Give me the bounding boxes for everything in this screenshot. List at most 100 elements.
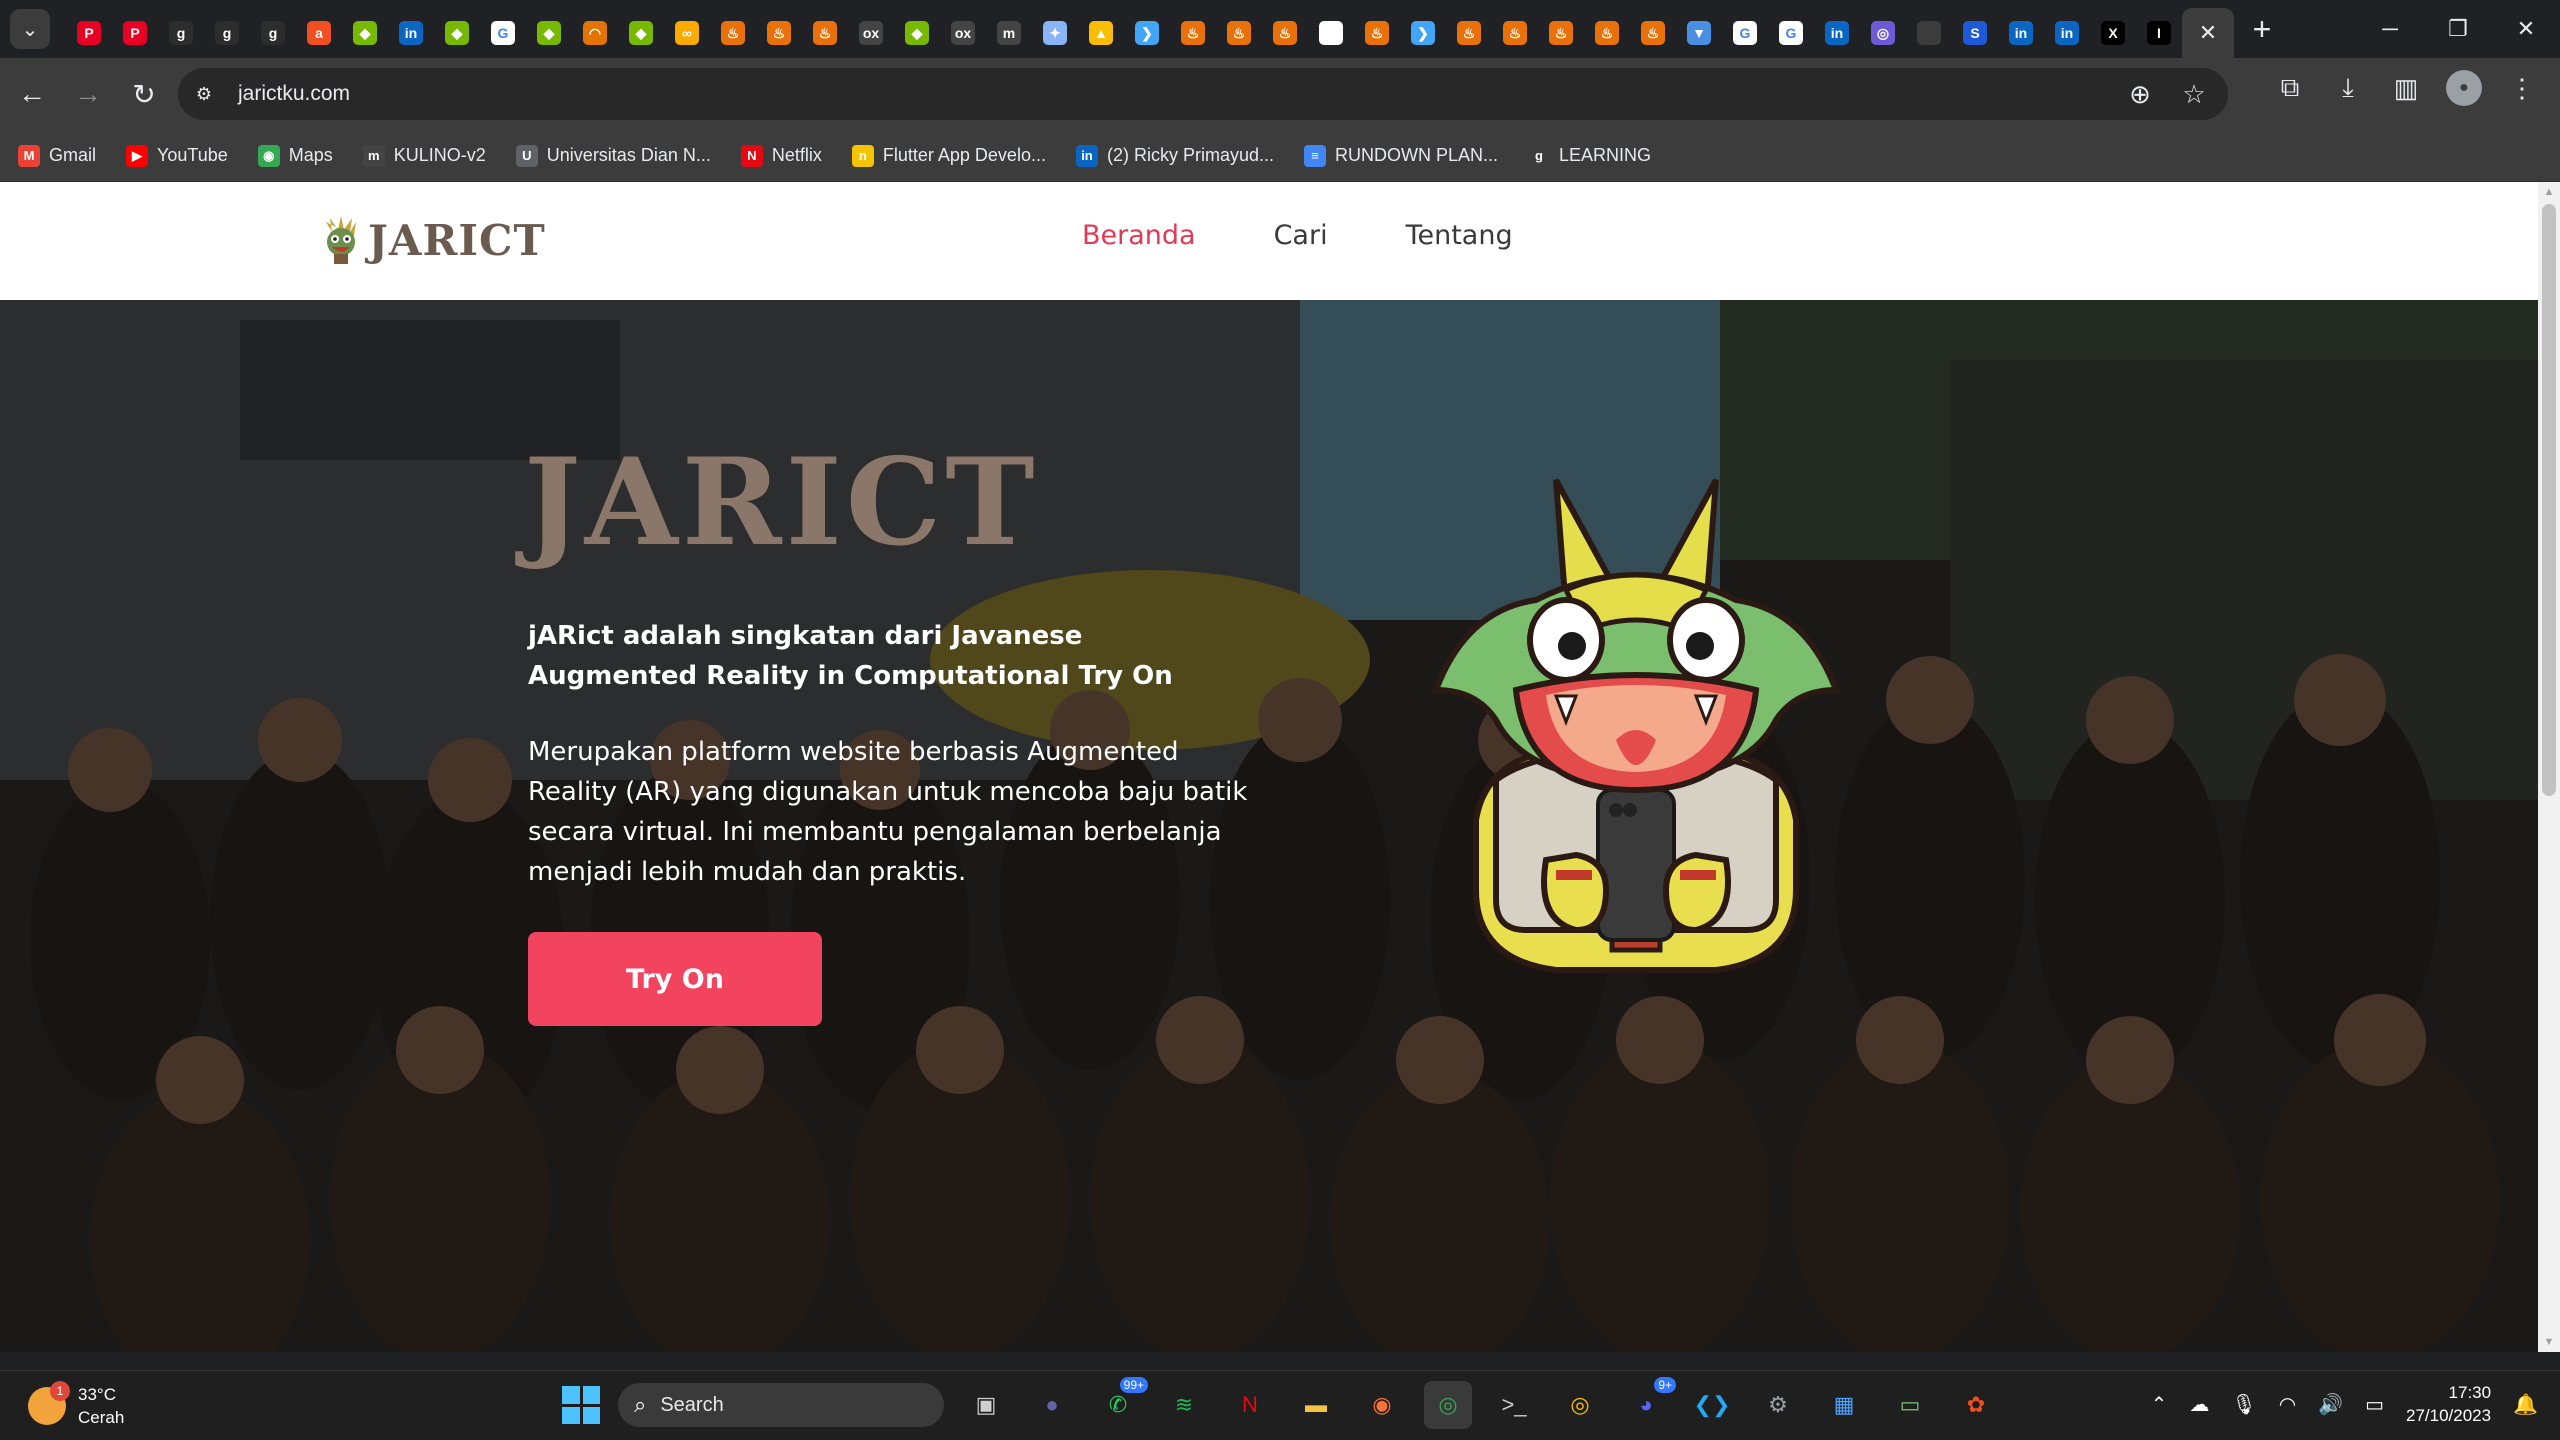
browser-tab[interactable]: ◆ [434, 11, 480, 55]
browser-tab[interactable]: ▼ [1676, 11, 1722, 55]
browser-tab[interactable]: ◆ [618, 11, 664, 55]
browser-tab[interactable]: g [250, 11, 296, 55]
browser-tab[interactable]: S [1952, 11, 1998, 55]
side-panel-icon[interactable]: ▥ [2388, 73, 2424, 104]
show-hidden-icons-chevron-icon[interactable]: ⌃ [2151, 1392, 2168, 1417]
browser-tab[interactable]: ∞ [664, 11, 710, 55]
profile-avatar[interactable]: ● [2446, 70, 2482, 106]
chrome-dev-icon[interactable]: ◎ [1556, 1381, 1604, 1429]
browser-tab[interactable]: ♨ [1584, 11, 1630, 55]
site-info-icon[interactable]: ⚙ [184, 74, 224, 114]
browser-tab[interactable]: in [2044, 11, 2090, 55]
start-button[interactable] [562, 1386, 600, 1424]
extensions-icon[interactable]: ⧉ [2272, 72, 2308, 104]
game-icon[interactable]: ▭ [1886, 1381, 1934, 1429]
browser-tab[interactable]: ✦ [1032, 11, 1078, 55]
bookmark-item[interactable]: N Netflix [740, 144, 822, 167]
battery-icon[interactable]: ▭ [2365, 1392, 2384, 1417]
reload-button[interactable]: ↻ [120, 70, 168, 118]
volume-icon[interactable]: 🔊 [2318, 1392, 2343, 1417]
url-text[interactable]: jarictku.com [238, 82, 350, 106]
browser-tab[interactable]: ◎ [1860, 11, 1906, 55]
browser-tab[interactable]: ♨ [1170, 11, 1216, 55]
vscode-icon[interactable]: ❮❯ [1688, 1381, 1736, 1429]
bookmark-item[interactable]: g LEARNING [1528, 144, 1651, 167]
bookmark-item[interactable]: m KULINO-v2 [362, 144, 486, 167]
taskbar-search[interactable]: ⌕ Search [618, 1383, 944, 1427]
try-on-button[interactable]: Try On [528, 932, 822, 1026]
forward-button[interactable]: → [64, 70, 112, 118]
browser-tab[interactable]: ❯ [1400, 11, 1446, 55]
new-tab-button[interactable]: + [2240, 7, 2284, 51]
active-browser-tab[interactable]: ✕ [2182, 8, 2234, 58]
browser-tab[interactable]: ♨ [1216, 11, 1262, 55]
browser-tab[interactable] [1906, 11, 1952, 55]
nav-link-tentang[interactable]: Tentang [1406, 220, 1513, 251]
browser-tab[interactable]: g [158, 11, 204, 55]
maximize-button[interactable]: ❐ [2424, 0, 2492, 58]
chrome-icon[interactable]: ◎ [1424, 1381, 1472, 1429]
terminal-icon[interactable]: >_ [1490, 1381, 1538, 1429]
scroll-thumb[interactable] [2542, 204, 2556, 796]
browser-tab[interactable]: ♨ [802, 11, 848, 55]
tab-search-button[interactable]: ⌄ [10, 9, 50, 49]
wifi-icon[interactable]: ◠ [2279, 1392, 2296, 1417]
discord-icon[interactable]: ◕ 9+ [1622, 1377, 1676, 1429]
browser-tab[interactable]: ●● [1308, 11, 1354, 55]
notification-bell-icon[interactable]: 🔔 [2513, 1392, 2538, 1417]
bookmark-item[interactable]: U Universitas Dian N... [515, 144, 711, 167]
browser-tab[interactable]: P [112, 11, 158, 55]
browser-tab[interactable]: ◆ [342, 11, 388, 55]
close-window-button[interactable]: ✕ [2492, 0, 2560, 58]
nav-link-beranda[interactable]: Beranda [1082, 220, 1196, 251]
bookmark-star-icon[interactable]: ☆ [2174, 79, 2214, 110]
bookmark-item[interactable]: n Flutter App Develo... [851, 144, 1046, 167]
site-logo[interactable]: JARICT [320, 214, 546, 266]
browser-tab[interactable]: ◆ [894, 11, 940, 55]
onedrive-icon[interactable]: ☁ [2189, 1392, 2209, 1417]
teams-icon[interactable]: ● [1028, 1381, 1076, 1429]
browser-tab[interactable]: P [66, 11, 112, 55]
bookmark-item[interactable]: ◉ Maps [257, 144, 333, 167]
browser-tab[interactable]: ▲ [1078, 11, 1124, 55]
browser-tab[interactable]: in [1814, 11, 1860, 55]
nav-link-cari[interactable]: Cari [1274, 220, 1328, 251]
clock[interactable]: 17:30 27/10/2023 [2406, 1381, 2491, 1427]
browser-tab[interactable]: ❯ [1124, 11, 1170, 55]
minimize-button[interactable]: ─ [2356, 0, 2424, 58]
bookmark-item[interactable]: M Gmail [18, 144, 96, 167]
spotify-icon[interactable]: ≋ [1160, 1381, 1208, 1429]
browser-tab[interactable]: ox [940, 11, 986, 55]
browser-tab[interactable]: ◆ [526, 11, 572, 55]
scroll-down-arrow-icon[interactable]: ▼ [2538, 1332, 2560, 1352]
microphone-icon[interactable]: 🎙 [2231, 1392, 2256, 1417]
remote-desktop-icon[interactable]: ▦ [1820, 1381, 1868, 1429]
browser-tab[interactable]: in [388, 11, 434, 55]
browser-tab[interactable]: X [2090, 11, 2136, 55]
zoom-icon[interactable]: ⊕ [2120, 79, 2160, 110]
browser-tab[interactable]: ox [848, 11, 894, 55]
bookmark-item[interactable]: in (2) Ricky Primayud... [1075, 144, 1274, 167]
browser-tab[interactable]: in [1998, 11, 2044, 55]
scroll-up-arrow-icon[interactable]: ▲ [2538, 182, 2560, 202]
browser-tab[interactable]: a [296, 11, 342, 55]
close-tab-icon[interactable]: ✕ [2199, 20, 2217, 46]
browser-tab[interactable]: ♨ [710, 11, 756, 55]
file-explorer-icon[interactable]: ▬ [1292, 1381, 1340, 1429]
firefox-icon[interactable]: ◉ [1358, 1381, 1406, 1429]
bookmark-item[interactable]: ▶ YouTube [126, 144, 228, 167]
browser-tab[interactable]: ♨ [756, 11, 802, 55]
browser-tab[interactable]: ♨ [1446, 11, 1492, 55]
browser-tab[interactable]: ♨ [1492, 11, 1538, 55]
browser-tab[interactable]: ◠ [572, 11, 618, 55]
browser-tab[interactable]: G [1722, 11, 1768, 55]
browser-tab[interactable]: G [480, 11, 526, 55]
browser-tab[interactable]: ♨ [1630, 11, 1676, 55]
browser-tab[interactable]: ♨ [1538, 11, 1584, 55]
browser-tab[interactable]: ♨ [1354, 11, 1400, 55]
weather-widget[interactable]: 1 33°C Cerah [28, 1381, 124, 1429]
back-button[interactable]: ← [8, 70, 56, 118]
downloads-icon[interactable]: ⤓ [2330, 72, 2366, 104]
chrome-menu-icon[interactable]: ⋮ [2504, 73, 2540, 104]
task-view-icon[interactable]: ▣ [962, 1381, 1010, 1429]
